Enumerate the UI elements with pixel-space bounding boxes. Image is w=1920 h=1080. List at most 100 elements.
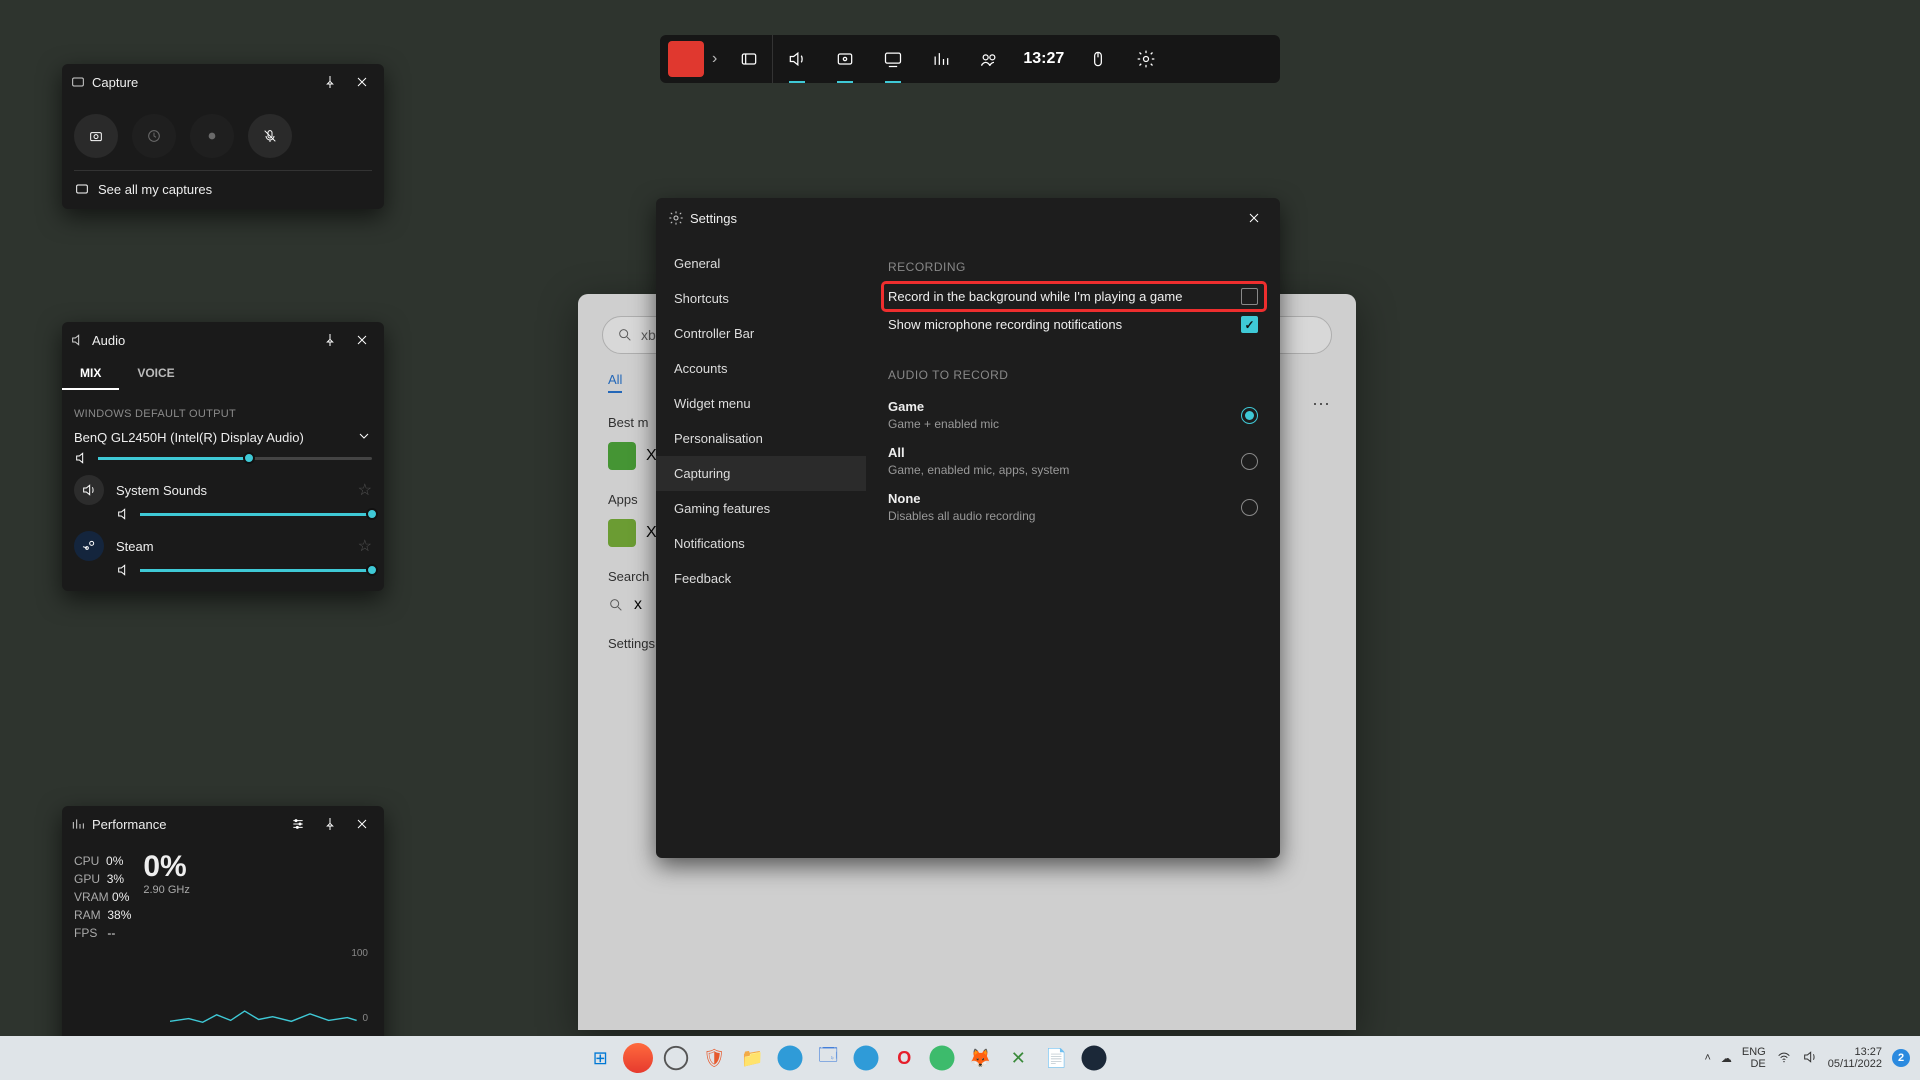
system-tray: ˄ ☁ ENG DE 13:27 05/11/2022 2 [1694,1046,1920,1070]
mic-notif-row[interactable]: Show microphone recording notifications [888,309,1258,340]
nav-accounts[interactable]: Accounts [656,351,866,386]
record-button[interactable] [190,114,234,158]
close-button[interactable] [348,326,376,354]
close-button[interactable] [348,68,376,96]
record-last-button[interactable] [132,114,176,158]
search-icon [608,597,624,613]
nav-personalisation[interactable]: Personalisation [656,421,866,456]
steam-slider[interactable] [74,565,372,583]
system-sounds-icon [74,475,104,505]
start-tab-all[interactable]: All [608,372,622,393]
background-record-label: Record in the background while I'm playi… [888,289,1182,304]
tab-voice[interactable]: VOICE [119,358,192,390]
firefox-browser[interactable]: 🦊 [965,1043,995,1073]
audio-opt-none[interactable]: None Disables all audio recording [888,484,1258,530]
star-icon[interactable]: ☆ [358,536,372,556]
wifi-icon[interactable] [1776,1049,1792,1068]
speaker-icon [74,450,90,466]
mic-notif-label: Show microphone recording notifications [888,317,1122,332]
default-output-label: WINDOWS DEFAULT OUTPUT [74,398,372,426]
search-icon [617,327,633,343]
performance-button[interactable] [869,35,917,83]
nav-feedback[interactable]: Feedback [656,561,866,596]
speaker-icon [116,562,132,578]
audio-button[interactable] [773,35,821,83]
close-button[interactable] [348,810,376,838]
tray-chevron-icon[interactable]: ˄ [1704,1052,1710,1064]
audio-opt-game-radio[interactable] [1241,407,1258,424]
capture-title: Capture [92,75,138,90]
volume-icon[interactable] [1802,1049,1818,1068]
pin-button[interactable] [316,810,344,838]
settings-button[interactable] [1122,35,1170,83]
nav-widget-menu[interactable]: Widget menu [656,386,866,421]
audio-opt-none-radio[interactable] [1241,499,1258,516]
background-record-row[interactable]: Record in the background while I'm playi… [884,284,1264,309]
audio-opt-game[interactable]: Game Game + enabled mic [888,392,1258,438]
background-record-checkbox[interactable] [1241,288,1258,305]
clock[interactable]: 13:27 05/11/2022 [1828,1046,1882,1070]
game-bar: › 13:27 [660,35,1280,83]
nav-notifications[interactable]: Notifications [656,526,866,561]
chevron-right-icon[interactable]: › [712,50,717,68]
close-button[interactable] [1240,204,1268,232]
language-switcher[interactable]: ENG DE [1742,1046,1766,1070]
taskbar-app[interactable]: 🗔 [813,1043,843,1073]
star-icon[interactable]: ☆ [358,480,372,500]
see-captures-label: See all my captures [98,182,212,197]
capture-button[interactable] [821,35,869,83]
audio-opt-all[interactable]: All Game, enabled mic, apps, system [888,438,1258,484]
taskbar-app[interactable]: 📄 [1041,1043,1071,1073]
speaker-icon [116,506,132,522]
chart-button[interactable] [917,35,965,83]
taskbar-app[interactable] [623,1043,653,1073]
xbox-social-button[interactable] [965,35,1013,83]
nav-general[interactable]: General [656,246,866,281]
recording-header: RECORDING [888,254,1258,284]
pin-button[interactable] [316,68,344,96]
start-search-value: xb [641,327,656,343]
options-button[interactable] [284,810,312,838]
pin-button[interactable] [316,326,344,354]
perf-icon [70,816,86,832]
screenshot-button[interactable] [74,114,118,158]
mic-toggle-button[interactable] [248,114,292,158]
nav-shortcuts[interactable]: Shortcuts [656,281,866,316]
mic-notif-checkbox[interactable] [1241,316,1258,333]
device-dropdown[interactable] [356,428,372,447]
nav-controller-bar[interactable]: Controller Bar [656,316,866,351]
perf-title: Performance [92,817,166,832]
taskbar: ⊞ 🛡 📁 🗔 O 🦊 ✕ 📄 ˄ ☁ ENG DE 13:27 05/11/2… [0,1036,1920,1080]
perf-hz: 2.90 GHz [143,884,189,896]
opera-browser[interactable]: O [889,1043,919,1073]
audio-record-header: AUDIO TO RECORD [888,340,1258,392]
nav-gaming-features[interactable]: Gaming features [656,491,866,526]
system-sounds-slider[interactable] [74,509,372,527]
nav-capturing[interactable]: Capturing [656,456,866,491]
tab-mix[interactable]: MIX [62,358,119,390]
taskbar-app[interactable] [851,1043,881,1073]
game-icon[interactable] [668,41,704,77]
settings-nav: General Shortcuts Controller Bar Account… [656,238,866,858]
output-device: BenQ GL2450H (Intel(R) Display Audio) [74,430,304,445]
perf-big-pct: 0% [143,850,189,884]
file-explorer[interactable]: 📁 [737,1043,767,1073]
mouse-button[interactable] [1074,35,1122,83]
edge-browser[interactable] [775,1043,805,1073]
taskbar-app[interactable] [927,1043,957,1073]
audio-opt-all-radio[interactable] [1241,453,1258,470]
start-button[interactable]: ⊞ [585,1043,615,1073]
taskbar-app[interactable]: 🛡 [699,1043,729,1073]
gamebar-time: 13:27 [1023,50,1064,68]
audio-icon [70,332,86,348]
steam-app[interactable] [1079,1043,1109,1073]
master-volume-slider[interactable] [74,453,372,471]
performance-panel: Performance CPU 0% GPU 3% VRAM 0% RAM 38… [62,806,384,1052]
taskbar-app[interactable]: ✕ [1003,1043,1033,1073]
widgets-button[interactable] [725,35,773,83]
start-more-icon[interactable]: ⋯ [1312,394,1332,415]
see-captures-link[interactable]: See all my captures [74,170,372,201]
onedrive-icon[interactable]: ☁ [1721,1052,1732,1065]
notification-badge[interactable]: 2 [1892,1049,1910,1067]
taskbar-app[interactable] [661,1043,691,1073]
